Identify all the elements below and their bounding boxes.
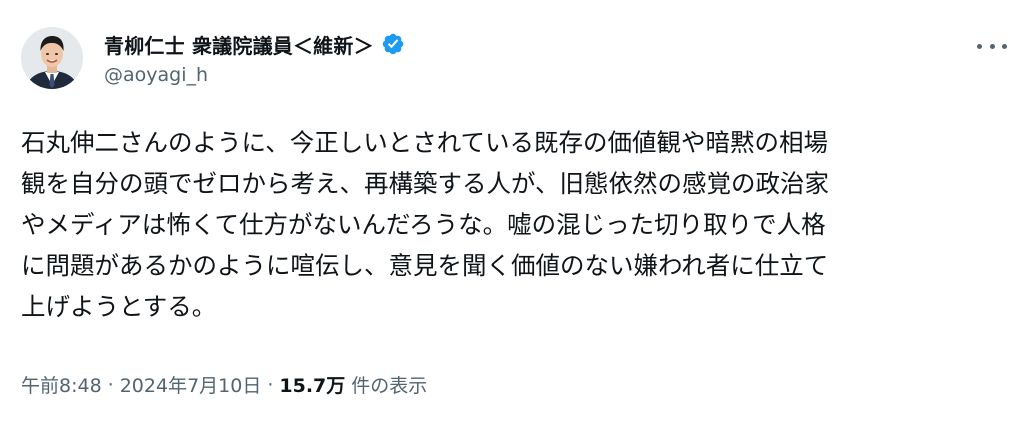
more-horizontal-icon-dot	[989, 43, 995, 49]
more-horizontal-icon-dot	[1002, 43, 1007, 49]
views-count[interactable]: 15.7万	[279, 371, 345, 398]
tweet-text: 石丸伸二さんのように、今正しいとされている既存の価値観や暗黙の相場 観を自分の頭…	[21, 128, 830, 321]
more-horizontal-icon-dot	[977, 43, 982, 49]
verified-check-icon	[381, 32, 405, 56]
author-display-name[interactable]: 青柳仁士 衆議院議員＜維新＞	[104, 30, 374, 59]
author-handle[interactable]: @aoyagi_h	[104, 64, 208, 86]
meta-separator: ·	[107, 373, 114, 396]
tweet-time[interactable]: 午前8:48	[21, 371, 102, 398]
more-options-button[interactable]	[977, 36, 1007, 56]
tweet-card: 青柳仁士 衆議院議員＜維新＞ @aoyagi_h 石丸伸二さんのように、今正しい…	[0, 0, 1029, 421]
author-name-row: 青柳仁士 衆議院議員＜維新＞	[104, 28, 405, 60]
meta-separator: ·	[267, 373, 274, 396]
tweet-meta: 午前8:48 · 2024年7月10日 · 15.7万 件の表示	[21, 371, 427, 398]
views-label: 件の表示	[351, 375, 428, 397]
avatar[interactable]	[21, 27, 83, 89]
tweet-date[interactable]: 2024年7月10日	[120, 371, 262, 398]
person-photo-avatar-icon	[21, 27, 83, 89]
